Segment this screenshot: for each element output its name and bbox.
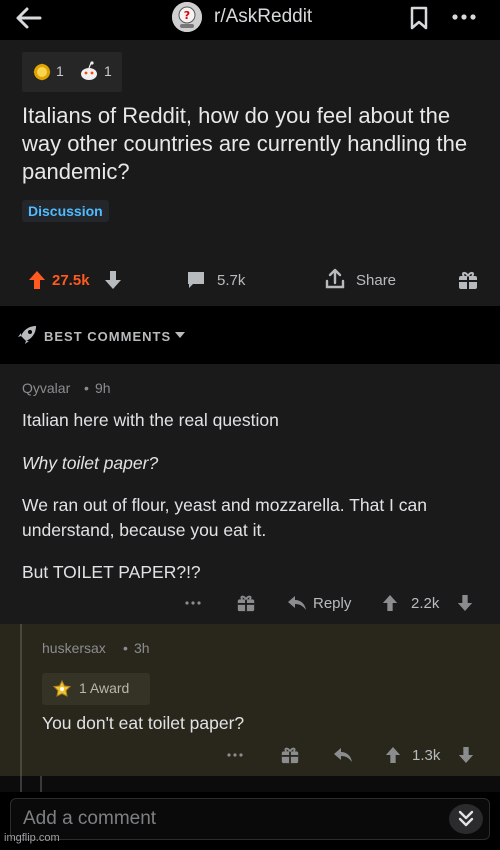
comment-paragraph: We ran out of flour, yeast and mozzarell… [22,495,427,540]
gift-icon[interactable] [280,745,300,765]
double-chevron-down-icon [458,810,474,828]
bookmark-icon[interactable] [408,6,430,30]
share-icon[interactable] [324,268,346,290]
rocket-icon [16,324,38,346]
back-arrow-icon[interactable] [14,6,42,30]
comment-author[interactable]: Qyvalar [22,380,70,396]
upvote-icon[interactable] [382,594,398,612]
post-awards[interactable]: 1 1 [22,52,122,92]
comment-icon[interactable] [186,270,206,290]
subreddit-name[interactable]: r/AskReddit [214,6,312,28]
jump-down-button[interactable] [449,804,483,834]
comment-paragraph: Italian here with the real question [22,410,279,430]
comment-count: 5.7k [217,272,246,289]
comment-author[interactable]: huskersax [42,640,106,656]
meta-separator-dot: • [123,640,128,656]
upvote-icon[interactable] [28,270,46,290]
upvote-icon[interactable] [385,746,401,764]
thread-line[interactable] [20,624,22,776]
svg-text:?: ? [184,9,190,22]
snoo-award-icon [78,60,100,82]
reply-icon[interactable] [333,746,353,764]
meta-separator-dot: • [84,380,89,396]
gift-icon[interactable] [236,593,256,613]
post-title[interactable]: Italians of Reddit, how do you feel abou… [22,102,492,186]
chevron-down-icon[interactable] [174,331,186,339]
award-count: 1 [104,63,112,79]
gold-award-icon [32,62,52,82]
sort-label[interactable]: BEST COMMENTS [44,329,171,344]
downvote-icon[interactable] [457,594,473,612]
downvote-icon[interactable] [458,746,474,764]
comment-age: 3h [134,640,150,656]
comment-score: 2.2k [411,595,440,612]
watermark: imgflip.com [4,832,60,844]
award-label: 1 Award [79,680,130,696]
more-options-icon[interactable] [226,748,244,762]
post-flair[interactable]: Discussion [22,200,109,222]
comment-body: You don't eat toilet paper? [42,713,245,733]
comment-score: 1.3k [412,747,441,764]
subreddit-avatar-icon[interactable]: ? [172,2,202,32]
comment-input[interactable] [23,807,423,831]
gift-icon[interactable] [457,269,479,291]
comment-age: 9h [95,380,111,396]
top-bar: ? r/AskReddit [0,0,500,40]
reply-icon[interactable] [287,594,307,612]
comment-paragraph: But TOILET PAPER?!? [22,562,201,582]
more-options-icon[interactable] [450,7,478,27]
comment-composer[interactable] [10,798,490,840]
collapsed-thread-lines [0,776,500,792]
comment-paragraph: Why toilet paper? [22,453,159,473]
downvote-icon[interactable] [104,270,122,290]
more-options-icon[interactable] [184,596,202,610]
reply-button[interactable]: Reply [313,595,351,612]
award-count: 1 [56,63,64,79]
post-score: 27.5k [52,272,90,289]
post-action-bar: 27.5k 5.7k Share [0,262,500,298]
award-icon [52,679,72,699]
comment-award[interactable]: 1 Award [42,673,150,705]
share-button[interactable]: Share [356,272,396,289]
